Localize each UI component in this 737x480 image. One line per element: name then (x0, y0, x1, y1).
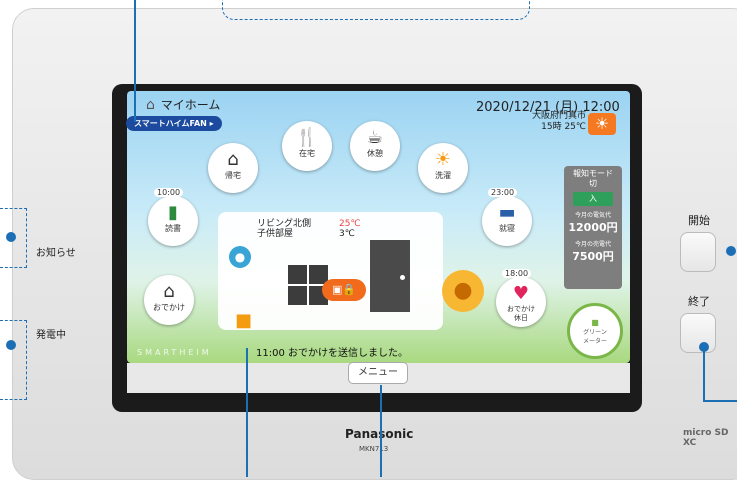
end-label: 終了 (688, 295, 710, 308)
house-icon: ⌂ (146, 97, 155, 113)
action-odekake[interactable]: ⌂ おでかけ (144, 275, 194, 325)
electric-label: 今月の電気代 (574, 212, 611, 219)
timer-time: 23:00 (488, 188, 518, 197)
door-icon (370, 240, 410, 312)
action-kyukei[interactable]: ☕ 休憩 (350, 121, 400, 171)
action-odekake-kyujitsu[interactable]: 18:00 ♥ おでかけ 休日 (496, 269, 546, 327)
sun-icon: ☀ (434, 149, 452, 170)
green-meter-button[interactable]: ■ グリーン メーター (567, 303, 623, 359)
generating-bracket (0, 320, 27, 400)
temp-living: 25℃ (339, 219, 361, 229)
home-person-icon: ⌂ (227, 149, 239, 170)
city: 大阪府門真市 (532, 111, 587, 121)
action-label: 帰宅 (225, 171, 241, 180)
sale-label: 今月の売電代 (574, 241, 611, 248)
menu-button[interactable]: メニュー (348, 362, 408, 384)
start-label: 開始 (688, 214, 710, 227)
top-callout-box (222, 0, 530, 20)
smart-heim-fan-button[interactable]: スマートハイムFAN ▸ (126, 116, 222, 131)
end-callout-line-h (703, 400, 737, 402)
home-header: ⌂ マイホーム (146, 96, 220, 113)
room-names: リビング北側 子供部屋 (257, 219, 312, 239)
start-button[interactable] (680, 232, 716, 272)
notification-message: 11:00 おでかけを送信しました。 (256, 348, 408, 359)
outing-icon: ⌂ (163, 281, 175, 302)
location: 大阪府門真市 15時 25℃ (532, 111, 586, 133)
mode-title: 報知モード 切 (573, 169, 613, 188)
callout-line-bottom-left (246, 348, 248, 477)
action-kitaku[interactable]: ⌂ 帰宅 (208, 143, 258, 193)
person-icon: ● (229, 246, 251, 268)
action-sentaku[interactable]: ☀ 洗濯 (418, 143, 468, 193)
temp-child: 3℃ (339, 229, 355, 239)
sale-value: 7500円 (572, 250, 614, 263)
action-dokusho[interactable]: 10:00 ▮ 読書 (148, 188, 198, 246)
bed-icon: ▬ (498, 202, 516, 223)
lion-mascot-icon: ● (442, 270, 484, 312)
action-shushin[interactable]: 23:00 ▬ 就寝 (482, 188, 532, 246)
notice-dot (6, 232, 16, 242)
end-callout-line (703, 346, 705, 402)
home-title: マイホーム (160, 98, 221, 112)
action-label: 在宅 (299, 149, 315, 158)
info-panel: 報知モード 切 入 今月の電気代 12000円 今月の売電代 7500円 (564, 166, 622, 289)
action-label: おでかけ (153, 303, 185, 312)
action-label: 洗濯 (435, 171, 451, 180)
book-icon: ▮ (168, 202, 178, 223)
coffee-icon: ☕ (366, 127, 384, 148)
electric-value: 12000円 (568, 221, 618, 234)
sd-logo: micro SD XC (683, 428, 729, 448)
weather-sun-icon: ☀ (588, 113, 616, 135)
callout-line-bottom-right (380, 385, 382, 477)
gift-icon: ■ (235, 310, 253, 331)
action-zaitaku[interactable]: 🍴 在宅 (282, 121, 332, 171)
end-button[interactable] (680, 313, 716, 353)
notice-label: お知らせ (36, 248, 76, 259)
action-label: 読書 (165, 224, 181, 233)
timer-time: 18:00 (502, 269, 532, 278)
action-label: 休憩 (367, 149, 383, 158)
generating-label: 発電中 (36, 330, 66, 341)
start-callout-dot (726, 246, 736, 256)
action-label: 就寝 (499, 224, 515, 233)
generating-dot (6, 340, 16, 350)
callout-line-top (134, 0, 136, 122)
smartheim-watermark: SMARTHEIM (137, 348, 212, 357)
mode-on-button[interactable]: 入 (573, 192, 613, 206)
model-number: MKN713 (359, 445, 389, 453)
heart-icon: ♥ (512, 283, 530, 304)
action-label: おでかけ 休日 (507, 305, 535, 322)
dining-icon: 🍴 (295, 127, 319, 148)
meter-label: グリーン メーター (582, 329, 607, 345)
timer-time: 10:00 (154, 188, 184, 197)
meter-leaf-icon: ■ (591, 318, 599, 327)
room-temps: 25℃ 3℃ (339, 219, 361, 239)
lock-icon[interactable]: ▣🔒 (322, 279, 366, 301)
forecast: 15時 25℃ (541, 122, 587, 132)
